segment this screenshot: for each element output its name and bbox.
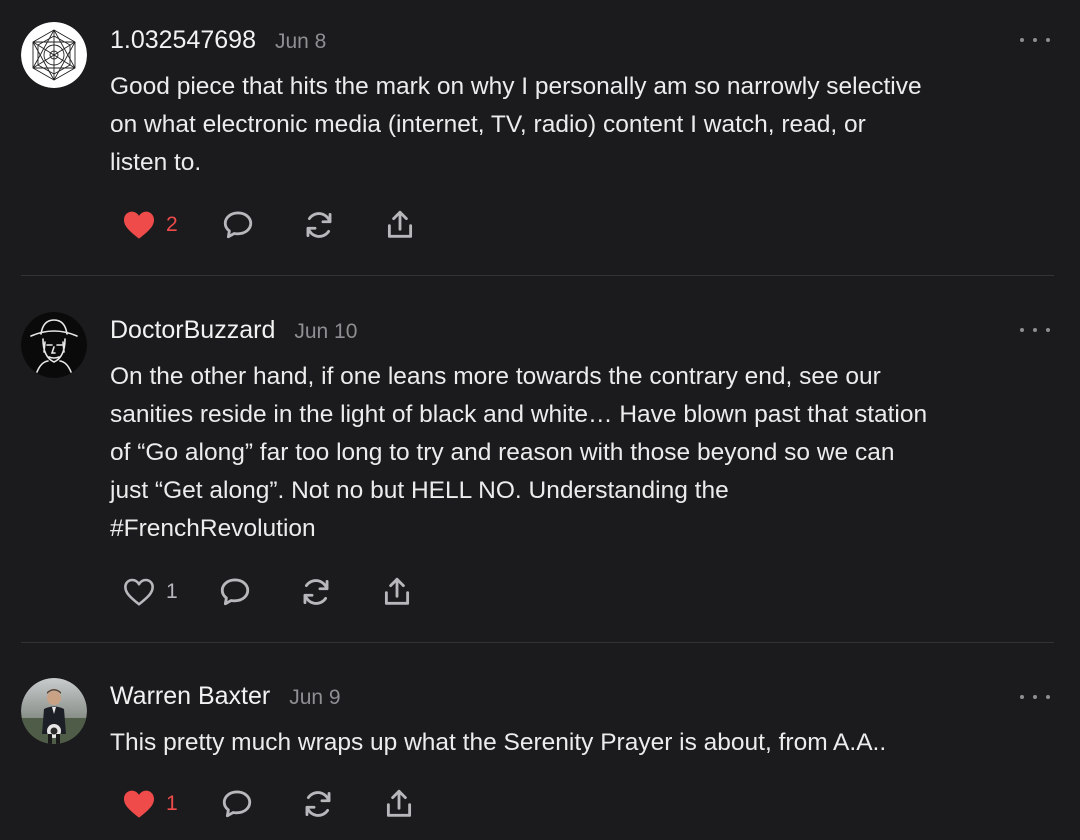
- divider: [21, 642, 1054, 643]
- share-button[interactable]: [382, 784, 416, 824]
- share-icon: [387, 210, 413, 238]
- comment-body-line: This pretty much wraps up what the Seren…: [110, 729, 887, 756]
- like-button[interactable]: 2: [122, 205, 178, 245]
- comment-date[interactable]: Jun 8: [275, 30, 326, 54]
- comment-body: This pretty much wraps up what the Seren…: [110, 724, 1060, 762]
- comment-date[interactable]: Jun 9: [289, 686, 340, 710]
- comment-actions: 1: [110, 784, 440, 824]
- author-name[interactable]: 1.032547698: [110, 26, 256, 55]
- heart-icon: [124, 578, 154, 606]
- more-options-icon[interactable]: [1020, 691, 1050, 703]
- like-button[interactable]: 1: [122, 784, 178, 824]
- comment-body-line: sanities reside in the light of black an…: [110, 401, 928, 428]
- share-button[interactable]: [380, 572, 414, 612]
- comment-date[interactable]: Jun 10: [294, 320, 357, 344]
- comment-header: 1.032547698 Jun 8: [110, 26, 326, 60]
- restack-icon: [305, 791, 331, 817]
- like-button[interactable]: 1: [122, 572, 178, 612]
- avatar[interactable]: [21, 678, 87, 744]
- comment-bubble-icon: [222, 790, 252, 818]
- restack-button[interactable]: [302, 205, 336, 245]
- share-icon: [386, 789, 412, 817]
- author-name[interactable]: DoctorBuzzard: [110, 316, 275, 345]
- comment-body-line: On the other hand, if one leans more tow…: [110, 363, 881, 390]
- heart-icon: [124, 211, 154, 239]
- comment-body-line: on what electronic media (internet, TV, …: [110, 111, 866, 138]
- reply-button[interactable]: [218, 572, 252, 612]
- like-count: 2: [166, 213, 178, 236]
- divider: [21, 275, 1054, 276]
- comment-body-line: #FrenchRevolution: [110, 515, 316, 542]
- author-name[interactable]: Warren Baxter: [110, 682, 270, 711]
- avatar[interactable]: [21, 22, 87, 88]
- reply-button[interactable]: [221, 205, 255, 245]
- comment-body-line: Good piece that hits the mark on why I p…: [110, 73, 922, 100]
- heart-icon: [124, 790, 154, 818]
- geometric-mandala-avatar-icon: [21, 22, 87, 88]
- comment-body-line: listen to.: [110, 149, 202, 176]
- comment-actions: 1: [110, 572, 440, 612]
- hat-sketch-avatar-icon: [21, 312, 87, 378]
- restack-button[interactable]: [301, 784, 335, 824]
- share-icon: [384, 577, 410, 605]
- more-options-icon[interactable]: [1020, 324, 1050, 336]
- more-options-icon[interactable]: [1020, 34, 1050, 46]
- comment-body-line: just “Get along”. Not no but HELL NO. Un…: [110, 477, 729, 504]
- share-button[interactable]: [383, 205, 417, 245]
- comment-body: Good piece that hits the mark on why I p…: [110, 68, 1060, 182]
- comment-header: Warren Baxter Jun 9: [110, 682, 341, 716]
- comment-header: DoctorBuzzard Jun 10: [110, 316, 357, 350]
- comment-body: On the other hand, if one leans more tow…: [110, 358, 1060, 548]
- reply-button[interactable]: [220, 784, 254, 824]
- restack-button[interactable]: [299, 572, 333, 612]
- like-count: 1: [166, 792, 178, 815]
- comment-bubble-icon: [223, 211, 253, 239]
- person-photo-avatar-icon: [21, 678, 87, 744]
- avatar[interactable]: [21, 312, 87, 378]
- restack-icon: [303, 579, 329, 605]
- like-count: 1: [166, 580, 178, 603]
- comment-body-line: of “Go along” far too long to try and re…: [110, 439, 895, 466]
- comment-actions: 2: [110, 205, 440, 245]
- comment-bubble-icon: [220, 578, 250, 606]
- restack-icon: [306, 212, 332, 238]
